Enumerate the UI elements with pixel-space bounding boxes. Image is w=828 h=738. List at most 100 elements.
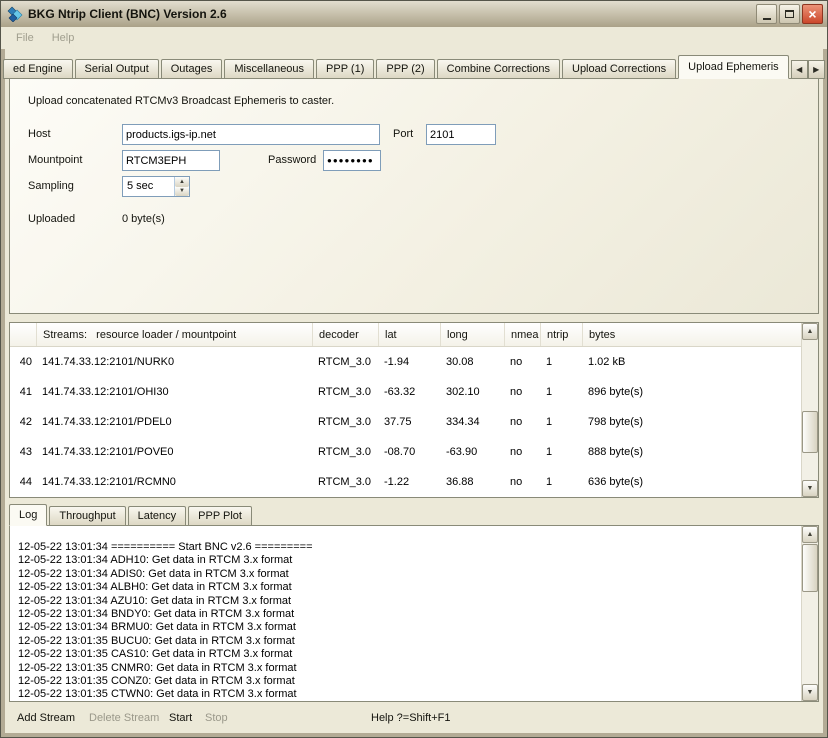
cell-nmea: no	[504, 377, 540, 407]
spin-up-icon: ▲	[179, 179, 185, 185]
cell-ntrip: 1	[540, 377, 582, 407]
stream-row[interactable]: 43 141.74.33.12:2101/POVE0 RTCM_3.0 -08.…	[10, 437, 818, 467]
statusbar: Add Stream Delete Stream Start Stop Help…	[9, 702, 819, 733]
log-line: 12-05-22 13:01:35 BUCU0: Get data in RTC…	[18, 635, 798, 648]
stop-button: Stop	[205, 712, 228, 724]
tab-upload-ephemeris[interactable]: Upload Ephemeris	[678, 55, 789, 79]
tab-scroll-right-button[interactable]: ▶	[808, 60, 825, 79]
cell-lat: -08.70	[378, 437, 440, 467]
cell-bytes: 888 byte(s)	[582, 437, 818, 467]
cell-nmea: no	[504, 347, 540, 377]
log-panel: 12-05-22 13:01:34 ========== Start BNC v…	[9, 525, 819, 702]
minimize-button[interactable]	[756, 4, 777, 24]
tab-miscellaneous[interactable]: Miscellaneous	[224, 59, 314, 79]
scrollbar-thumb[interactable]	[802, 411, 818, 453]
log-line: 12-05-22 13:01:34 BNDY0: Get data in RTC…	[18, 608, 798, 621]
menu-file[interactable]: File	[7, 30, 43, 46]
start-button[interactable]: Start	[169, 712, 192, 724]
log-line: 12-05-22 13:01:34 AZU10: Get data in RTC…	[18, 595, 798, 608]
row-number: 41	[10, 377, 36, 407]
cell-long: 334.34	[440, 407, 504, 437]
log-line: 12-05-22 13:01:35 CNMR0: Get data in RTC…	[18, 662, 798, 675]
stream-row[interactable]: 44 141.74.33.12:2101/RCMN0 RTCM_3.0 -1.2…	[10, 467, 818, 497]
cell-source: 141.74.33.12:2101/NURK0	[36, 347, 312, 377]
scroll-up-icon: ▲	[807, 328, 814, 335]
sampling-stepper[interactable]: 5 sec ▲ ▼	[122, 176, 190, 197]
tab-log[interactable]: Log	[9, 504, 47, 526]
tab-ppp-plot[interactable]: PPP Plot	[188, 506, 252, 526]
scrollbar-thumb[interactable]	[802, 544, 818, 592]
scroll-down-button[interactable]: ▼	[802, 480, 818, 497]
cell-long: 36.88	[440, 467, 504, 497]
stream-row[interactable]: 42 141.74.33.12:2101/PDEL0 RTCM_3.0 37.7…	[10, 407, 818, 437]
sampling-up-button[interactable]: ▲	[175, 177, 189, 187]
password-input[interactable]	[323, 150, 381, 171]
host-input[interactable]	[122, 124, 380, 145]
stream-row[interactable]: 40 141.74.33.12:2101/NURK0 RTCM_3.0 -1.9…	[10, 347, 818, 377]
header-long: long	[440, 323, 504, 346]
cell-ntrip: 1	[540, 467, 582, 497]
cell-nmea: no	[504, 437, 540, 467]
cell-decoder: RTCM_3.0	[312, 377, 378, 407]
tab-throughput[interactable]: Throughput	[49, 506, 125, 526]
app-window: BKG Ntrip Client (BNC) Version 2.6 × Fil…	[0, 0, 828, 738]
tab-ppp-1[interactable]: PPP (1)	[316, 59, 374, 79]
uploaded-value: 0 byte(s)	[122, 209, 165, 230]
log-line: 12-05-22 13:01:35 CONZ0: Get data in RTC…	[18, 675, 798, 688]
tab-latency[interactable]: Latency	[128, 506, 187, 526]
cell-lat: -63.32	[378, 377, 440, 407]
close-icon: ×	[808, 7, 816, 21]
tab-ppp-2[interactable]: PPP (2)	[376, 59, 434, 79]
cell-long: -63.90	[440, 437, 504, 467]
menu-help[interactable]: Help	[43, 30, 84, 46]
streams-table: Streams: resource loader / mountpoint de…	[9, 322, 819, 498]
cell-lat: -1.22	[378, 467, 440, 497]
tab-outages[interactable]: Outages	[161, 59, 223, 79]
tab-combine-corrections[interactable]: Combine Corrections	[437, 59, 560, 79]
scroll-up-button[interactable]: ▲	[802, 323, 818, 340]
cell-bytes: 636 byte(s)	[582, 467, 818, 497]
log-line: 12-05-22 13:01:34 ALBH0: Get data in RTC…	[18, 581, 798, 594]
config-tabstrip: ed Engine Serial Output Outages Miscella…	[9, 55, 819, 79]
stream-row[interactable]: 41 141.74.33.12:2101/OHI30 RTCM_3.0 -63.…	[10, 377, 818, 407]
cell-ntrip: 1	[540, 437, 582, 467]
sampling-label: Sampling	[28, 176, 74, 197]
sampling-down-button[interactable]: ▼	[175, 187, 189, 197]
sampling-value: 5 sec	[123, 177, 174, 196]
log-line: 12-05-22 13:01:34 ========== Start BNC v…	[18, 541, 798, 554]
spin-down-icon: ▼	[179, 188, 185, 194]
scroll-down-button[interactable]: ▼	[802, 684, 818, 701]
port-label: Port	[393, 124, 413, 145]
delete-stream-button: Delete Stream	[89, 712, 159, 724]
cell-source: 141.74.33.12:2101/POVE0	[36, 437, 312, 467]
panel-description: Upload concatenated RTCMv3 Broadcast Eph…	[28, 95, 334, 107]
cell-source: 141.74.33.12:2101/PDEL0	[36, 407, 312, 437]
scroll-up-icon: ▲	[807, 531, 814, 538]
mountpoint-input[interactable]	[122, 150, 220, 171]
tab-feed-engine[interactable]: ed Engine	[3, 59, 73, 79]
maximize-button[interactable]	[779, 4, 800, 24]
header-ntrip: ntrip	[540, 323, 582, 346]
log-lines: 12-05-22 13:01:34 ========== Start BNC v…	[10, 526, 818, 702]
streams-scrollbar[interactable]: ▲ ▼	[801, 323, 818, 497]
tab-scroll-left-icon: ◀	[796, 65, 802, 74]
tab-scroll-left-button[interactable]: ◀	[791, 60, 808, 79]
close-button[interactable]: ×	[802, 4, 823, 24]
cell-ntrip: 1	[540, 347, 582, 377]
titlebar[interactable]: BKG Ntrip Client (BNC) Version 2.6 ×	[1, 1, 827, 27]
cell-decoder: RTCM_3.0	[312, 437, 378, 467]
row-number: 43	[10, 437, 36, 467]
add-stream-button[interactable]: Add Stream	[17, 712, 75, 724]
cell-long: 302.10	[440, 377, 504, 407]
tab-serial-output[interactable]: Serial Output	[75, 59, 159, 79]
tab-upload-corrections[interactable]: Upload Corrections	[562, 59, 676, 79]
cell-decoder: RTCM_3.0	[312, 347, 378, 377]
cell-bytes: 798 byte(s)	[582, 407, 818, 437]
scroll-up-button[interactable]: ▲	[802, 526, 818, 543]
password-label: Password	[268, 150, 316, 171]
cell-decoder: RTCM_3.0	[312, 467, 378, 497]
host-label: Host	[28, 124, 51, 145]
cell-long: 30.08	[440, 347, 504, 377]
log-scrollbar[interactable]: ▲ ▼	[801, 526, 818, 701]
port-input[interactable]	[426, 124, 496, 145]
